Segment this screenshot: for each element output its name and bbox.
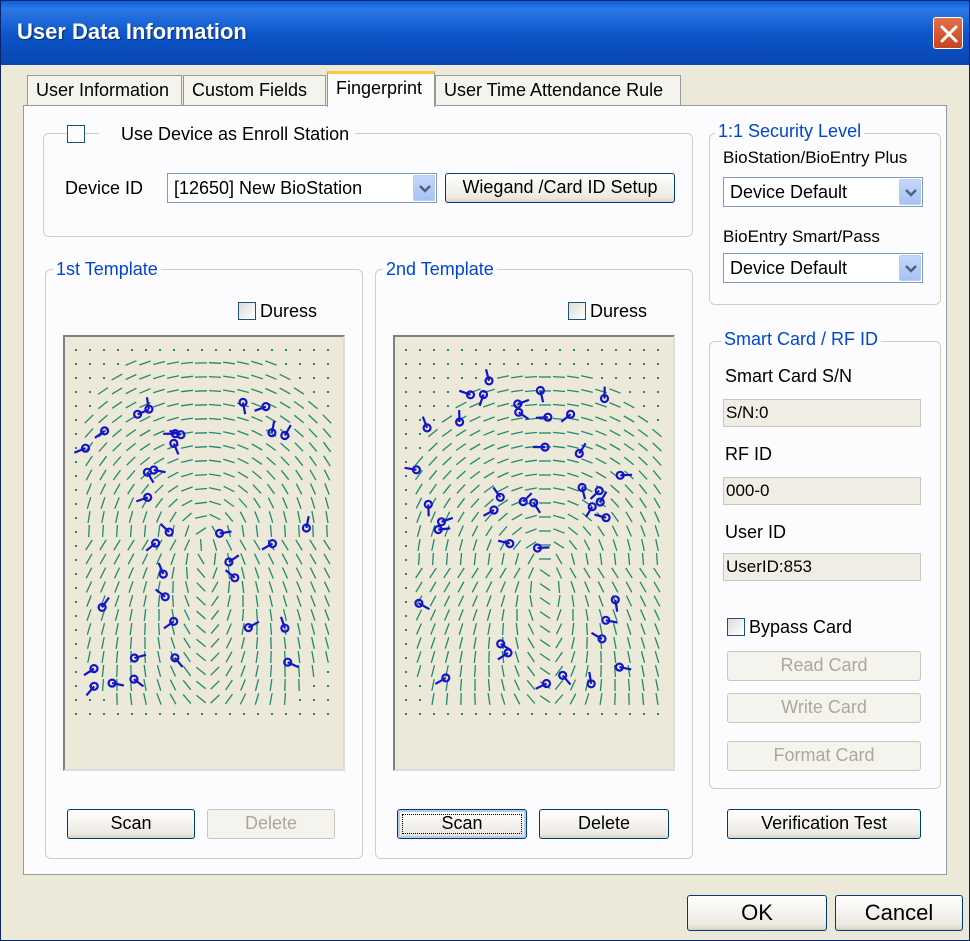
tab-fingerprint[interactable]: Fingerprint xyxy=(327,71,435,107)
second-template-title: 2nd Template xyxy=(383,259,497,279)
device-id-value: [12650] New BioStation xyxy=(174,178,363,198)
bioentry-security-select[interactable]: Device Default xyxy=(723,253,923,283)
user-id-label: User ID xyxy=(725,522,787,542)
biostation-security-value: Device Default xyxy=(730,182,848,202)
verification-test-button[interactable]: Verification Test xyxy=(727,809,921,839)
smart-card-sn-label: Smart Card S/N xyxy=(725,366,853,386)
smart-card-sn-field[interactable]: S/N:0 xyxy=(723,399,921,427)
bioentry-label: BioEntry Smart/Pass xyxy=(723,227,880,246)
bioentry-dropdown-button[interactable] xyxy=(899,255,921,281)
biostation-security-select[interactable]: Device Default xyxy=(723,177,923,207)
wiegand-card-id-setup-button[interactable]: Wiegand /Card ID Setup xyxy=(445,173,675,203)
title-bar[interactable]: User Data Information xyxy=(1,1,969,65)
window-title: User Data Information xyxy=(17,19,247,44)
read-card-button[interactable]: Read Card xyxy=(727,651,921,681)
use-device-checkbox[interactable] xyxy=(67,125,85,143)
bioentry-security-value: Device Default xyxy=(730,258,848,278)
bypass-card-label: Bypass Card xyxy=(749,617,853,637)
chevron-down-icon xyxy=(419,185,431,193)
first-fingerprint-image xyxy=(63,335,345,771)
second-scan-button[interactable]: Scan xyxy=(397,809,527,839)
rf-id-field[interactable]: 000-0 xyxy=(723,477,921,505)
tab-label: User Time Attendance Rule xyxy=(444,80,664,100)
second-duress-checkbox[interactable] xyxy=(568,302,586,320)
tab-label: Custom Fields xyxy=(192,80,308,100)
second-duress-label: Duress xyxy=(590,301,648,321)
second-fingerprint-image xyxy=(393,335,675,771)
user-id-field[interactable]: UserID:853 xyxy=(723,553,921,581)
first-scan-button[interactable]: Scan xyxy=(67,809,195,839)
security-level-title: 1:1 Security Level xyxy=(715,121,865,141)
ok-button[interactable]: OK xyxy=(687,895,827,931)
user-data-window: User Data Information User Information C… xyxy=(0,0,970,941)
device-id-dropdown-button[interactable] xyxy=(413,175,435,201)
first-delete-button[interactable]: Delete xyxy=(207,809,335,839)
biostation-dropdown-button[interactable] xyxy=(899,179,921,205)
tab-user-time-attendance-rule[interactable]: User Time Attendance Rule xyxy=(435,75,681,105)
first-duress-label: Duress xyxy=(260,301,318,321)
chevron-down-icon xyxy=(905,189,917,197)
first-fingerprint-svg xyxy=(73,349,332,715)
biostation-label: BioStation/BioEntry Plus xyxy=(723,148,908,167)
tab-custom-fields[interactable]: Custom Fields xyxy=(183,75,326,105)
format-card-button[interactable]: Format Card xyxy=(727,741,921,771)
cancel-button[interactable]: Cancel xyxy=(835,895,963,931)
first-duress-checkbox[interactable] xyxy=(238,302,256,320)
device-id-select[interactable]: [12650] New BioStation xyxy=(167,173,437,203)
tab-label: Fingerprint xyxy=(336,78,423,98)
tab-label: User Information xyxy=(36,80,170,100)
close-icon xyxy=(940,25,958,43)
second-fingerprint-svg xyxy=(404,349,663,715)
bypass-card-checkbox[interactable] xyxy=(727,618,745,636)
use-device-label: Use Device as Enroll Station xyxy=(99,123,356,145)
smart-card-title: Smart Card / RF ID xyxy=(721,329,882,349)
second-delete-button[interactable]: Delete xyxy=(539,809,669,839)
first-template-title: 1st Template xyxy=(53,259,161,279)
write-card-button[interactable]: Write Card xyxy=(727,693,921,723)
tab-user-information[interactable]: User Information xyxy=(27,75,182,105)
device-id-label: Device ID xyxy=(65,178,144,198)
chevron-down-icon xyxy=(905,265,917,273)
close-button[interactable] xyxy=(933,17,963,49)
rf-id-label: RF ID xyxy=(725,444,772,464)
